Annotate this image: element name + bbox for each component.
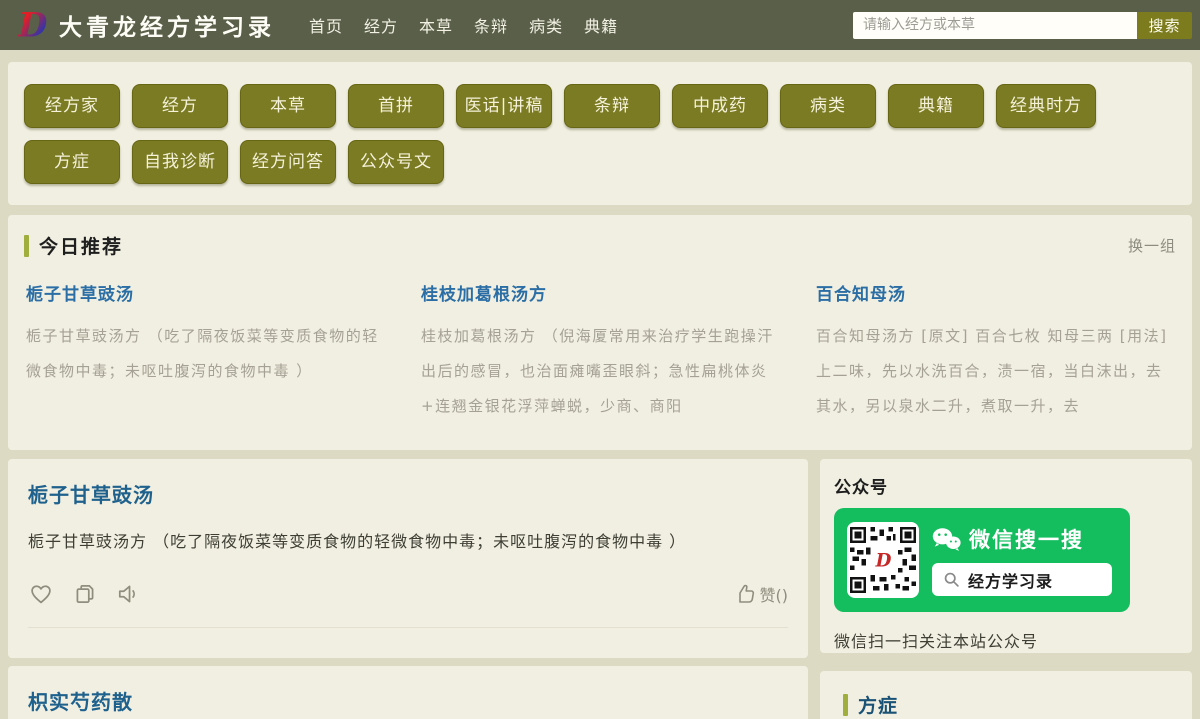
divider <box>28 627 788 628</box>
wechat-account-search-pill[interactable]: 经方学习录 <box>932 563 1112 596</box>
thumbs-up-icon <box>733 582 757 606</box>
wechat-icon <box>932 527 961 552</box>
wechat-caption: 微信扫一扫关注本站公众号 <box>834 628 1178 652</box>
svg-text:D: D <box>18 6 48 44</box>
article-title[interactable]: 栀子甘草豉汤 <box>28 479 788 508</box>
search-button[interactable]: 搜索 <box>1137 12 1192 39</box>
cat-btn-ziwozhenduan[interactable]: 自我诊断 <box>132 140 228 184</box>
speaker-audio-icon[interactable] <box>116 581 142 607</box>
recommend-item-desc: 桂枝加葛根汤方 （倪海厦常用来治疗学生跑操汗出后的感冒，也治面瘫嘴歪眼斜；急性扁… <box>421 319 781 424</box>
nav-item-home[interactable]: 首页 <box>309 13 343 37</box>
recommend-columns: 栀子甘草豉汤 栀子甘草豉汤方 （吃了隔夜饭菜等变质食物的轻微食物中毒；未呕吐腹泻… <box>24 280 1176 424</box>
fangzheng-header: 方症 <box>834 691 1178 718</box>
cat-btn-shoupin[interactable]: 首拼 <box>348 84 444 128</box>
cat-btn-zhongchengyao[interactable]: 中成药 <box>672 84 768 128</box>
wechat-widget-right: 微信搜一搜 经方学习录 <box>932 524 1112 596</box>
svg-text:D: D <box>875 550 892 571</box>
cat-btn-yihua-jianggao[interactable]: 医话|讲稿 <box>456 84 552 128</box>
category-row-1: 经方家 经方 本草 首拼 医话|讲稿 条辩 中成药 病类 典籍 经典时方 <box>24 84 1176 128</box>
like-label: 赞() <box>760 582 789 606</box>
fangzheng-heading: 方症 <box>858 691 898 718</box>
page-body: 经方家 经方 本草 首拼 医话|讲稿 条辩 中成药 病类 典籍 经典时方 方症 … <box>0 50 1200 719</box>
top-header: D 大青龙经方学习录 首页 经方 本草 条辩 病类 典籍 搜索 <box>0 0 1200 50</box>
cat-btn-jingfang[interactable]: 经方 <box>132 84 228 128</box>
article-card: 栀子甘草豉汤 栀子甘草豉汤方 （吃了隔夜饭菜等变质食物的轻微食物中毒；未呕吐腹泻… <box>8 459 808 658</box>
article-actions: 赞() <box>28 581 788 607</box>
fangzheng-card: 方症 <box>820 671 1192 719</box>
top-nav: 首页 经方 本草 条辩 病类 典籍 <box>309 13 618 37</box>
wechat-account-name: 经方学习录 <box>968 568 1053 592</box>
wechat-search-widget[interactable]: D 微信搜一 <box>834 508 1130 612</box>
recommend-item: 栀子甘草豉汤 栀子甘草豉汤方 （吃了隔夜饭菜等变质食物的轻微食物中毒；未呕吐腹泻… <box>26 280 386 424</box>
article-card-2: 枳实芍药散 <box>8 666 808 719</box>
sidebar: 公众号 <box>820 459 1192 719</box>
recommend-item: 百合知母汤 百合知母汤方 [原文] 百合七枚 知母三两 [用法] 上二味，先以水… <box>816 280 1176 424</box>
category-row-2: 方症 自我诊断 经方问答 公众号文 <box>24 140 1176 184</box>
recommend-panel: 今日推荐 换一组 栀子甘草豉汤 栀子甘草豉汤方 （吃了隔夜饭菜等变质食物的轻微食… <box>8 215 1192 450</box>
nav-item-binglei[interactable]: 病类 <box>529 13 563 37</box>
wechat-brand-text: 微信搜一搜 <box>969 524 1084 554</box>
favorite-heart-icon[interactable] <box>28 581 54 607</box>
nav-item-jingfang[interactable]: 经方 <box>364 13 398 37</box>
search-icon <box>943 571 960 588</box>
nav-item-tiaobian[interactable]: 条辩 <box>474 13 508 37</box>
section-bar <box>843 694 848 716</box>
cat-btn-bencao[interactable]: 本草 <box>240 84 336 128</box>
recommend-item-desc: 百合知母汤方 [原文] 百合七枚 知母三两 [用法] 上二味，先以水洗百合，渍一… <box>816 319 1176 424</box>
recommend-item-desc: 栀子甘草豉汤方 （吃了隔夜饭菜等变质食物的轻微食物中毒；未呕吐腹泻的食物中毒 ） <box>26 319 386 389</box>
recommend-item-title[interactable]: 百合知母汤 <box>816 280 1176 305</box>
recommend-item: 桂枝加葛根汤方 桂枝加葛根汤方 （倪海厦常用来治疗学生跑操汗出后的感冒，也治面瘫… <box>421 280 781 424</box>
recommend-item-title[interactable]: 栀子甘草豉汤 <box>26 280 386 305</box>
site-title[interactable]: 大青龙经方学习录 <box>59 8 275 42</box>
change-group-link[interactable]: 换一组 <box>1128 235 1176 256</box>
nav-item-dianji[interactable]: 典籍 <box>584 13 618 37</box>
like-button[interactable]: 赞() <box>733 582 789 606</box>
qr-code: D <box>847 522 919 598</box>
search-input[interactable] <box>853 12 1137 39</box>
cat-btn-binglei[interactable]: 病类 <box>780 84 876 128</box>
wechat-official-card: 公众号 <box>820 459 1192 653</box>
copy-icon[interactable] <box>72 581 98 607</box>
site-logo-icon[interactable]: D <box>13 6 51 44</box>
wechat-heading: 公众号 <box>834 473 1178 498</box>
cat-btn-gongzhonghaowen[interactable]: 公众号文 <box>348 140 444 184</box>
cat-btn-fangzheng[interactable]: 方症 <box>24 140 120 184</box>
header-search: 搜索 <box>853 12 1192 39</box>
cat-btn-jingdianshifang[interactable]: 经典时方 <box>996 84 1096 128</box>
cat-btn-jingfangjia[interactable]: 经方家 <box>24 84 120 128</box>
nav-item-bencao[interactable]: 本草 <box>419 13 453 37</box>
cat-btn-tiaobian[interactable]: 条辩 <box>564 84 660 128</box>
section-bar <box>24 235 29 257</box>
article-title[interactable]: 枳实芍药散 <box>28 686 788 715</box>
recommend-title: 今日推荐 <box>39 232 123 259</box>
category-panel: 经方家 经方 本草 首拼 医话|讲稿 条辩 中成药 病类 典籍 经典时方 方症 … <box>8 62 1192 205</box>
cat-btn-dianji[interactable]: 典籍 <box>888 84 984 128</box>
cat-btn-jingfangwenda[interactable]: 经方问答 <box>240 140 336 184</box>
main-column: 栀子甘草豉汤 栀子甘草豉汤方 （吃了隔夜饭菜等变质食物的轻微食物中毒；未呕吐腹泻… <box>8 459 808 719</box>
recommend-header: 今日推荐 换一组 <box>24 232 1176 259</box>
recommend-item-title[interactable]: 桂枝加葛根汤方 <box>421 280 781 305</box>
article-body: 栀子甘草豉汤方 （吃了隔夜饭菜等变质食物的轻微食物中毒；未呕吐腹泻的食物中毒 ） <box>28 529 788 555</box>
